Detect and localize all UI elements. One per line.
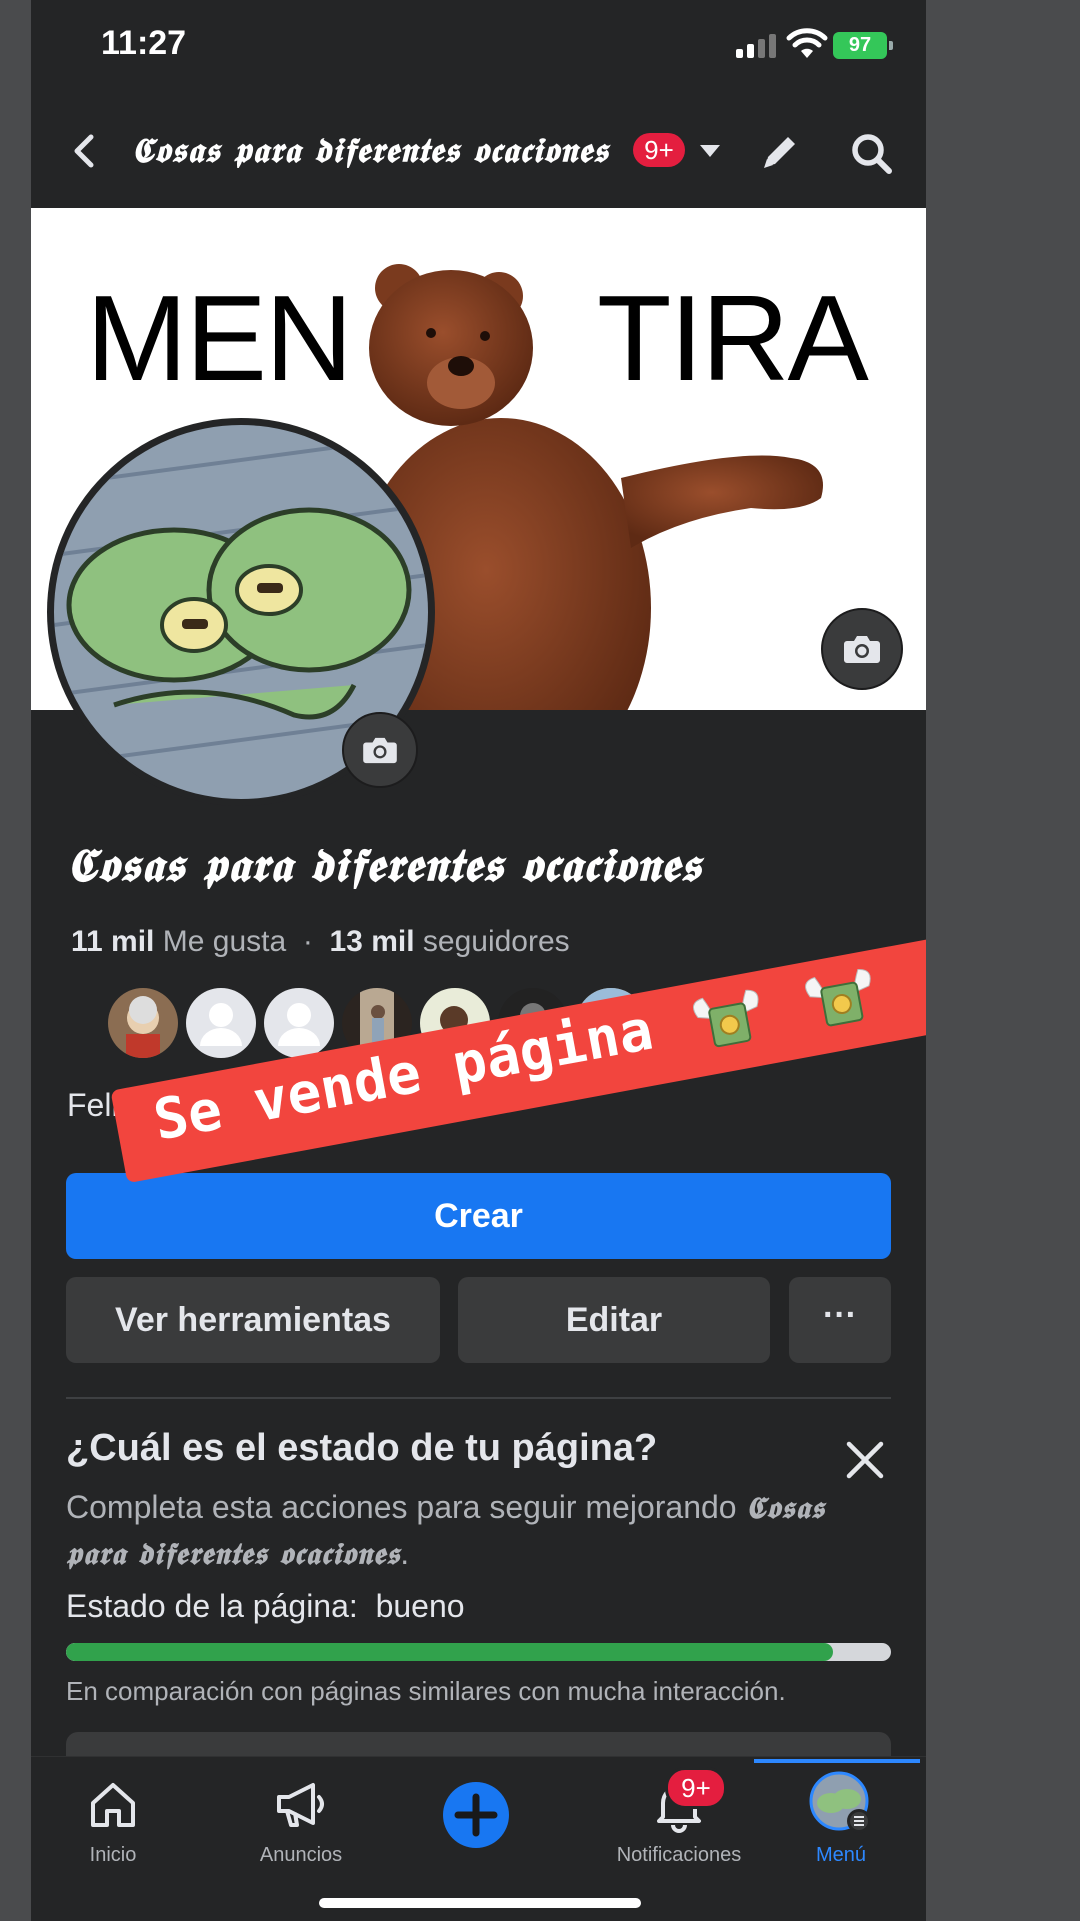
likes-label: Me gusta (162, 925, 287, 958)
page-stats[interactable]: 11 mil Me gusta · 13 mil seguidores (71, 925, 570, 959)
back-arrow-icon[interactable] (65, 131, 105, 171)
status-time: 11:27 (101, 24, 187, 62)
battery-level: 97 (848, 34, 872, 56)
health-progress-fill (66, 1643, 834, 1661)
health-title: ¿Cuál es el estado de tu página? (66, 1427, 658, 1469)
status-bar: 11:27 97 (31, 0, 926, 95)
flying-money-icon (805, 968, 871, 1027)
health-progress-bar (66, 1643, 891, 1661)
view-tools-button[interactable]: Ver herramientas (66, 1277, 440, 1363)
page-about: Feli (67, 1087, 119, 1123)
megaphone-icon (277, 1783, 324, 1827)
followers-count: 13 mil (329, 925, 415, 958)
health-status: Estado de la página: bueno (66, 1588, 465, 1625)
avatar (186, 988, 256, 1058)
tab-notifications-label: Notificaciones (616, 1844, 742, 1866)
sale-sticker: Se vende página (110, 937, 926, 1184)
health-comparison-note: En comparación con páginas similares con… (66, 1676, 786, 1706)
tab-create[interactable] (416, 1757, 536, 1877)
page-title: 𝕮𝖔𝖘𝖆𝖘 𝖕𝖆𝖗𝖆 𝖉𝖎𝖋𝖊𝖗𝖊𝖓𝖙𝖊𝖘 𝖔𝖈𝖆𝖈𝖎𝖔𝖓𝖊𝖘 (66, 838, 702, 892)
home-icon (91, 1783, 135, 1827)
edit-cover-camera-button[interactable] (821, 608, 903, 690)
health-description-text: Completa esta acciones para seguir mejor… (66, 1489, 746, 1525)
flying-money-icon (693, 989, 759, 1047)
tab-menu[interactable]: Menú (776, 1757, 906, 1877)
cover-text-left: MEN (86, 270, 353, 406)
notification-badge: 9+ (633, 133, 685, 167)
tab-home-label: Inicio (89, 1844, 137, 1866)
close-icon[interactable] (843, 1438, 887, 1482)
followers-label: seguidores (422, 925, 570, 958)
health-status-label: Estado de la página: (66, 1588, 358, 1624)
plus-icon (443, 1782, 509, 1848)
app-bar-title[interactable]: 𝕮𝖔𝖘𝖆𝖘 𝖕𝖆𝖗𝖆 𝖉𝖎𝖋𝖊𝖗𝖊𝖓𝖙𝖊𝖘 𝖔𝖈𝖆𝖈𝖎𝖔𝖓𝖊𝖘 (131, 131, 641, 171)
stats-separator: · (302, 925, 313, 958)
avatar (264, 988, 334, 1058)
app-bar: 𝕮𝖔𝖘𝖆𝖘 𝖕𝖆𝖗𝖆 𝖉𝖎𝖋𝖊𝖗𝖊𝖓𝖙𝖊𝖘 𝖔𝖈𝖆𝖈𝖎𝖔𝖓𝖊𝖘 9+ (31, 95, 926, 208)
bottom-navigation: Inicio Anuncios Notificaciones 9+ Menú (31, 1756, 926, 1921)
create-button[interactable]: Crear (66, 1173, 891, 1259)
wifi-icon (786, 28, 828, 58)
edit-profile-camera-button[interactable] (342, 712, 418, 788)
chevron-down-icon[interactable] (698, 141, 722, 161)
health-description: Completa esta acciones para seguir mejor… (66, 1485, 886, 1577)
phone-screen: 11:27 97 𝕮𝖔𝖘𝖆𝖘 𝖕𝖆𝖗𝖆 𝖉𝖎𝖋𝖊𝖗𝖊𝖓𝖙𝖊𝖘 𝖔𝖈𝖆𝖈𝖎𝖔𝖓𝖊𝖘… (31, 0, 926, 1921)
likes-count: 11 mil (71, 925, 155, 958)
avatar (108, 988, 178, 1058)
health-status-value: bueno (375, 1588, 465, 1624)
search-icon[interactable] (849, 131, 893, 175)
camera-icon (363, 737, 397, 764)
edit-button[interactable]: Editar (458, 1277, 770, 1363)
menu-avatar-icon (809, 1771, 871, 1833)
notification-badge: 9+ (665, 1767, 727, 1809)
signal-icon (736, 34, 778, 58)
battery-icon: 97 (833, 32, 893, 59)
section-divider (66, 1397, 891, 1399)
tab-ads[interactable]: Anuncios (226, 1757, 376, 1877)
health-description-end: . (400, 1535, 410, 1571)
tab-menu-label: Menú (815, 1844, 867, 1866)
pencil-icon[interactable] (758, 130, 802, 174)
camera-icon (844, 636, 880, 663)
tab-home[interactable]: Inicio (53, 1757, 173, 1877)
more-options-button[interactable]: ··· (789, 1277, 891, 1363)
tab-ads-label: Anuncios (259, 1844, 343, 1866)
home-indicator[interactable] (319, 1898, 641, 1908)
